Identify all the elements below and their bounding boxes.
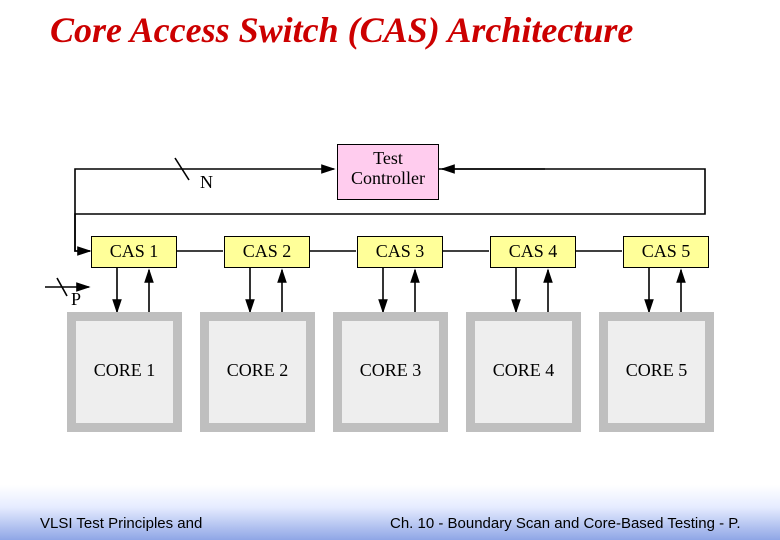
core-label: CORE 2 — [227, 360, 289, 380]
footer-left-text: VLSI Test Principles and — [40, 515, 202, 532]
cas-box-4: CAS 4 — [490, 236, 576, 268]
cas-label: CAS 4 — [509, 241, 558, 261]
core-box-4: CORE 4 — [466, 312, 581, 432]
cas-label: CAS 2 — [243, 241, 292, 261]
cas-label: CAS 1 — [110, 241, 159, 261]
core-label: CORE 3 — [360, 360, 422, 380]
core-box-1: CORE 1 — [67, 312, 182, 432]
cas-box-2: CAS 2 — [224, 236, 310, 268]
bus-n-label: N — [200, 172, 213, 192]
slide-footer: VLSI Test Principles and Ch. 10 - Bounda… — [0, 485, 780, 540]
cas-label: CAS 3 — [376, 241, 425, 261]
core-label: CORE 1 — [94, 360, 156, 380]
cas-box-1: CAS 1 — [91, 236, 177, 268]
core-box-3: CORE 3 — [333, 312, 448, 432]
architecture-diagram: N P Test C — [45, 140, 735, 440]
slide-title: Core Access Switch (CAS) Architecture — [50, 10, 633, 51]
cas-box-5: CAS 5 — [623, 236, 709, 268]
core-box-5: CORE 5 — [599, 312, 714, 432]
footer-right-text: Ch. 10 - Boundary Scan and Core-Based Te… — [390, 515, 760, 532]
core-label: CORE 5 — [626, 360, 688, 380]
slide: Core Access Switch (CAS) Architecture N … — [0, 0, 780, 540]
cas-box-3: CAS 3 — [357, 236, 443, 268]
bus-p-label: P — [71, 289, 81, 309]
test-controller-box: Test Controller — [337, 144, 439, 200]
core-label: CORE 4 — [493, 360, 555, 380]
core-box-2: CORE 2 — [200, 312, 315, 432]
cas-label: CAS 5 — [642, 241, 691, 261]
test-controller-label: Test Controller — [351, 148, 425, 188]
